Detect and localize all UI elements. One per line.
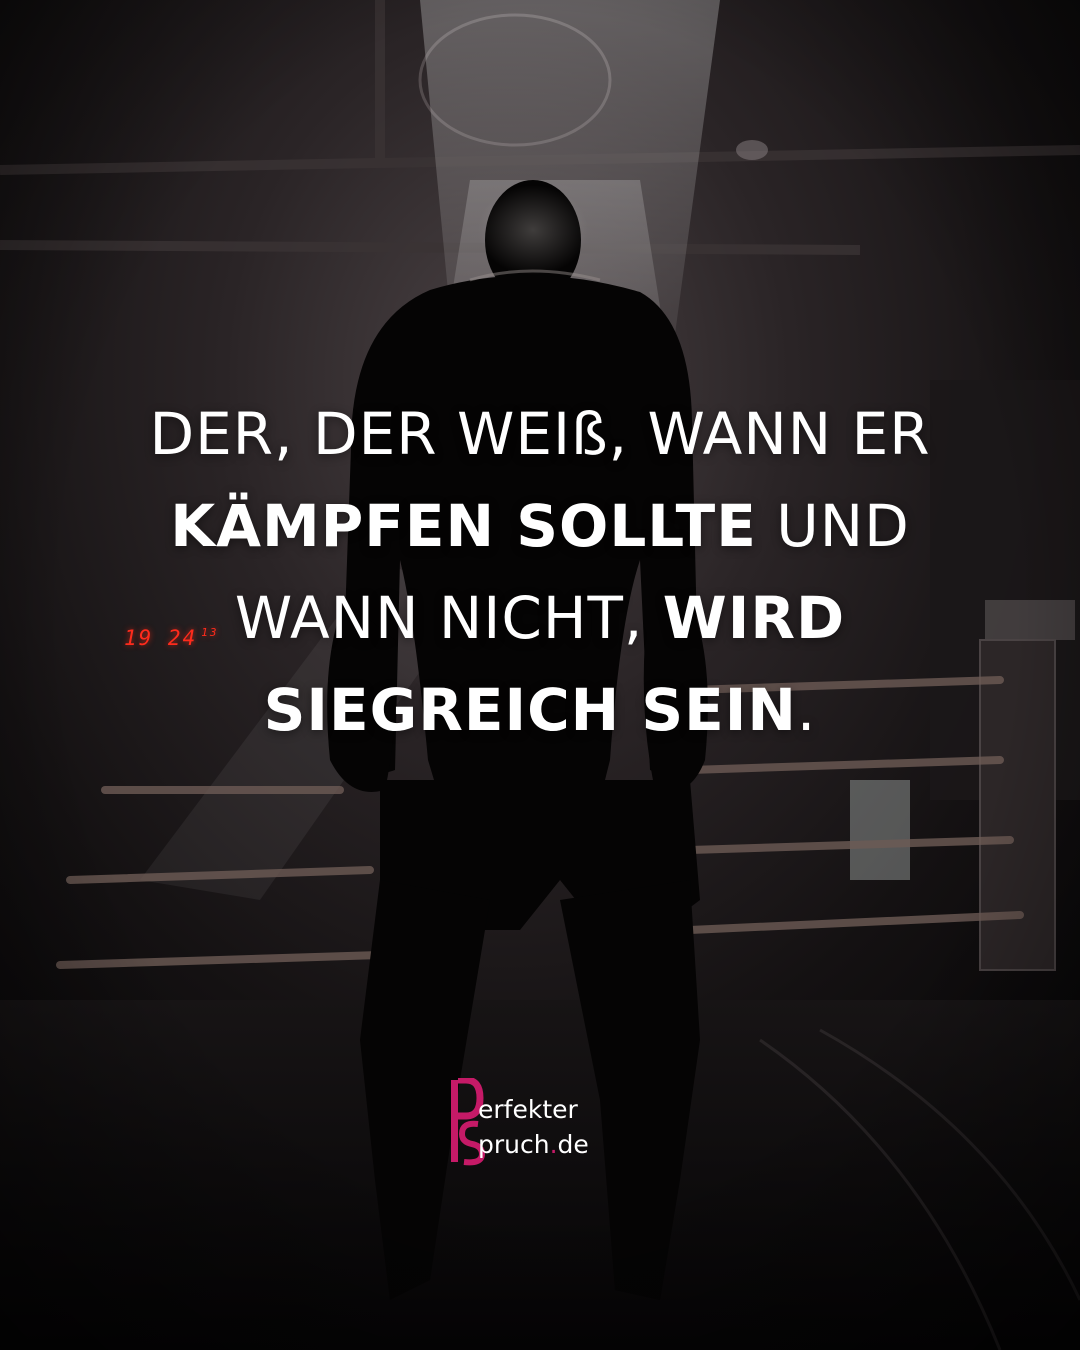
quote-line-1: DER, DER WEIß, WANN ER <box>149 400 931 468</box>
logo-dot: . <box>549 1130 558 1159</box>
quote-emphasis-wird: WIRD <box>662 584 846 652</box>
quote-emphasis-kaempfen: KÄMPFEN SOLLTE <box>170 492 757 560</box>
quote-line-2: KÄMPFEN SOLLTE UND <box>60 480 1020 572</box>
quote-line-2-rest: UND <box>756 492 910 560</box>
logo-tld: de <box>557 1130 589 1159</box>
quote-period: . <box>796 676 817 744</box>
logo-spruch: pruch <box>478 1130 550 1159</box>
quote-text: DER, DER WEIß, WANN ER KÄMPFEN SOLLTE UN… <box>60 388 1020 756</box>
quote-line-4: SIEGREICH SEIN. <box>60 664 1020 756</box>
quote-line-3-light: WANN NICHT, <box>234 584 663 652</box>
perfekter-spruch-logo: erfekter pruch.de <box>448 1078 648 1178</box>
quote-image: 19 24 13 DER, DER WEIß, WANN ER KÄMPFEN S… <box>0 0 1080 1350</box>
logo-word-spruch: pruch.de <box>478 1131 589 1159</box>
ps-monogram-icon <box>451 1078 486 1166</box>
logo-word-erfekter: erfekter <box>478 1095 578 1124</box>
quote-line-3: WANN NICHT, WIRD <box>60 572 1020 664</box>
quote-emphasis-siegreich: SIEGREICH SEIN <box>263 676 797 744</box>
